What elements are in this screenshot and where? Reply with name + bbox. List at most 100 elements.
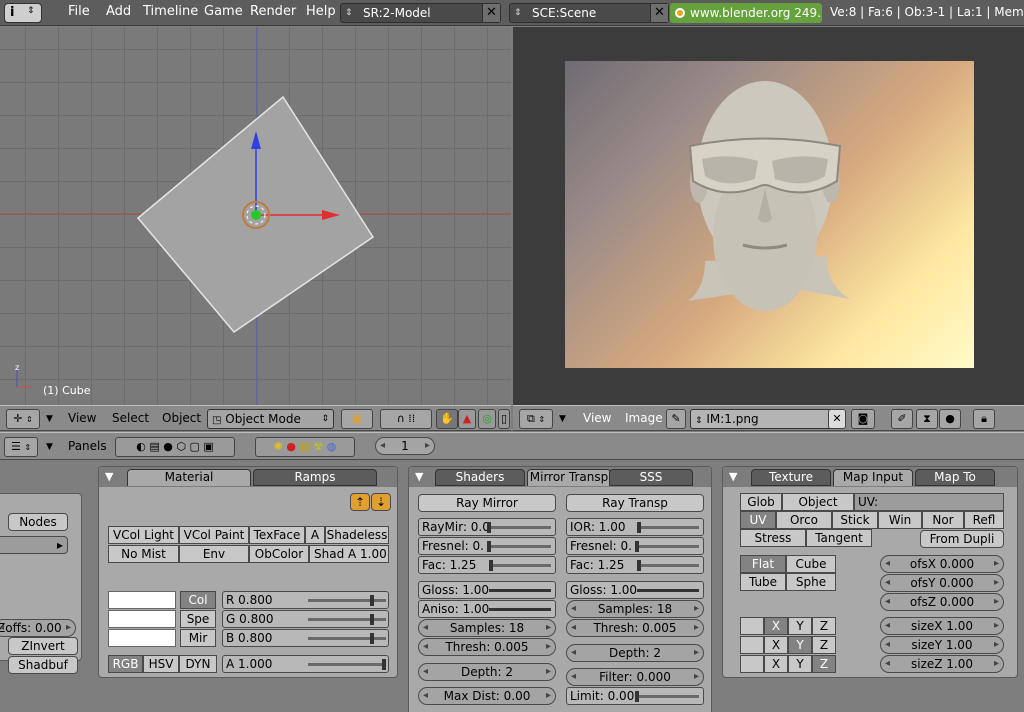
menu-timeline[interactable]: Timeline bbox=[143, 4, 198, 19]
proj-z-empty[interactable] bbox=[740, 655, 764, 673]
rgb-mode-button[interactable]: RGB bbox=[108, 655, 143, 673]
unlink-image-button[interactable]: ✕ bbox=[828, 409, 846, 429]
sphe-mapping-button[interactable]: Sphe bbox=[786, 573, 836, 591]
ofsz-field[interactable]: ofsZ 0.000 bbox=[880, 593, 1004, 611]
info-window-type-button[interactable]: i ⇕ bbox=[4, 3, 42, 23]
proj-x-z-button[interactable]: Z bbox=[812, 617, 836, 635]
paste-material-button[interactable]: ⇣ bbox=[371, 493, 391, 511]
no-mist-button[interactable]: No Mist bbox=[108, 545, 179, 563]
paint-button[interactable]: ✐ bbox=[891, 409, 913, 429]
copy-material-button[interactable]: ⇡ bbox=[350, 493, 370, 511]
nodes-button[interactable]: Nodes bbox=[8, 513, 68, 531]
proj-x-empty[interactable] bbox=[740, 617, 764, 635]
sizex-field[interactable]: sizeX 1.00 bbox=[880, 617, 1004, 635]
stick-coord-button[interactable]: Stick bbox=[832, 511, 878, 529]
from-dupli-button[interactable]: From Dupli bbox=[920, 530, 1004, 548]
context-buttons[interactable]: ◐ ▤ ● ⬡ ▢ ▣ bbox=[115, 437, 235, 457]
color-swatch[interactable] bbox=[108, 591, 176, 609]
proj-y-z-button[interactable]: Z bbox=[812, 636, 836, 654]
tab-map-to[interactable]: Map To bbox=[915, 469, 995, 486]
vcol-light-button[interactable]: VCol Light bbox=[108, 526, 179, 544]
dyn-mode-button[interactable]: DYN bbox=[179, 655, 217, 673]
mir-button[interactable]: Mir bbox=[180, 629, 216, 647]
sizez-field[interactable]: sizeZ 1.00 bbox=[880, 655, 1004, 673]
rotate-manipulator[interactable]: ◎ bbox=[478, 409, 496, 429]
tangent-coord-button[interactable]: Tangent bbox=[806, 529, 872, 547]
menu-image[interactable]: Image bbox=[625, 411, 663, 425]
screen-selector[interactable]: ⇕ SR:2-Model ✕ bbox=[340, 3, 501, 23]
blue-slider[interactable]: B 0.800 bbox=[222, 629, 389, 647]
proj-y-empty[interactable] bbox=[740, 636, 764, 654]
ior-slider[interactable]: IOR: 1.00 bbox=[566, 518, 704, 536]
fresnel-mirror-slider[interactable]: Fresnel: 0. bbox=[418, 537, 556, 555]
gloss-mirror-slider[interactable]: Gloss: 1.00 bbox=[418, 581, 556, 599]
ofsy-field[interactable]: ofsY 0.000 bbox=[880, 574, 1004, 592]
pin-button[interactable]: ✎ bbox=[666, 409, 686, 429]
lock-button[interactable]: 🔒︎ bbox=[973, 409, 995, 429]
scale-manipulator[interactable]: ▯ bbox=[498, 409, 510, 429]
refl-coord-button[interactable]: Refl bbox=[964, 511, 1004, 529]
menu-select[interactable]: Select bbox=[112, 411, 149, 425]
shadbuf-button[interactable]: Shadbuf bbox=[8, 656, 78, 674]
alpha-button[interactable]: ⧗ bbox=[916, 409, 938, 429]
object-coord-button[interactable]: Object bbox=[782, 493, 854, 511]
vcol-paint-button[interactable]: VCol Paint bbox=[179, 526, 249, 544]
aniso-slider[interactable]: Aniso: 1.00 bbox=[418, 600, 556, 618]
red-slider[interactable]: R 0.800 bbox=[222, 591, 389, 609]
tab-sss[interactable]: SSS bbox=[609, 469, 693, 486]
shadeless-button[interactable]: Shadeless bbox=[325, 526, 389, 544]
proj-x-x-button[interactable]: X bbox=[764, 617, 788, 635]
material-browse-field[interactable]: ▸ bbox=[0, 536, 68, 554]
collapse-triangle-icon[interactable]: ▼ bbox=[415, 470, 423, 483]
cube-mapping-button[interactable]: Cube bbox=[786, 555, 836, 573]
fac-mirror-slider[interactable]: Fac: 1.25 bbox=[418, 556, 556, 574]
col-button[interactable]: Col bbox=[180, 591, 216, 609]
face-alpha-button[interactable]: A bbox=[305, 526, 325, 544]
panels-menu[interactable]: Panels bbox=[68, 439, 107, 453]
tab-texture[interactable]: Texture bbox=[751, 469, 831, 486]
uv-layer-field[interactable]: UV: bbox=[854, 493, 1004, 511]
zoffs-field[interactable]: Zoffs: 0.00 bbox=[0, 619, 76, 637]
3d-viewport[interactable]: z bbox=[0, 27, 511, 405]
proj-z-y-button[interactable]: Y bbox=[788, 655, 812, 673]
stress-coord-button[interactable]: Stress bbox=[740, 529, 806, 547]
translate-manipulator[interactable]: ▲ bbox=[458, 409, 476, 429]
alpha-slider[interactable]: A 1.000 bbox=[222, 655, 389, 673]
gloss-transp-slider[interactable]: Gloss: 1.00 bbox=[566, 581, 704, 599]
draw-type-button[interactable]: ▣ bbox=[341, 409, 373, 429]
env-button[interactable]: Env bbox=[179, 545, 249, 563]
flat-mapping-button[interactable]: Flat bbox=[740, 555, 786, 573]
menu-help[interactable]: Help bbox=[306, 4, 336, 19]
proj-y-x-button[interactable]: X bbox=[764, 636, 788, 654]
ofsx-field[interactable]: ofsX 0.000 bbox=[880, 555, 1004, 573]
menu-game[interactable]: Game bbox=[204, 4, 243, 19]
uv-coord-button[interactable]: UV bbox=[740, 511, 776, 529]
render-dot-button[interactable]: ● bbox=[939, 409, 961, 429]
filter-field[interactable]: Filter: 0.000 bbox=[566, 668, 704, 686]
green-slider[interactable]: G 0.800 bbox=[222, 610, 389, 628]
menu-object[interactable]: Object bbox=[162, 411, 201, 425]
menu-view[interactable]: View bbox=[68, 411, 96, 425]
shad-alpha-field[interactable]: Shad A 1.00 bbox=[309, 545, 389, 563]
menu-file[interactable]: File bbox=[68, 4, 90, 19]
collapse-triangle-icon[interactable]: ▼ bbox=[46, 442, 53, 452]
obcolor-button[interactable]: ObColor bbox=[249, 545, 309, 563]
shading-subcontext[interactable]: ✺ ● ▦ ☢ ◍ bbox=[255, 437, 355, 457]
frame-number-field[interactable]: 1 bbox=[375, 437, 435, 455]
tab-map-input[interactable]: Map Input bbox=[833, 469, 913, 486]
ray-transp-button[interactable]: Ray Transp bbox=[566, 494, 704, 512]
thresh-mirror-field[interactable]: Thresh: 0.005 bbox=[418, 638, 556, 656]
tab-ramps[interactable]: Ramps bbox=[253, 469, 377, 486]
image-options-button[interactable]: ◙ bbox=[851, 409, 875, 429]
depth-transp-field[interactable]: Depth: 2 bbox=[566, 644, 704, 662]
tube-mapping-button[interactable]: Tube bbox=[740, 573, 786, 591]
window-type-button[interactable]: ☰ ⇕ bbox=[4, 437, 38, 457]
glob-coord-button[interactable]: Glob bbox=[740, 493, 782, 511]
image-browse-field[interactable]: ⇕ IM:1.png bbox=[690, 409, 842, 429]
pivot-button[interactable]: ∩ ⁞⁞ bbox=[380, 409, 432, 429]
orco-coord-button[interactable]: Orco bbox=[776, 511, 832, 529]
limit-slider[interactable]: Limit: 0.00 bbox=[566, 687, 704, 705]
max-dist-field[interactable]: Max Dist: 0.00 bbox=[418, 687, 556, 705]
collapse-triangle-icon[interactable]: ▼ bbox=[729, 470, 737, 483]
fresnel-transp-slider[interactable]: Fresnel: 0. bbox=[566, 537, 704, 555]
